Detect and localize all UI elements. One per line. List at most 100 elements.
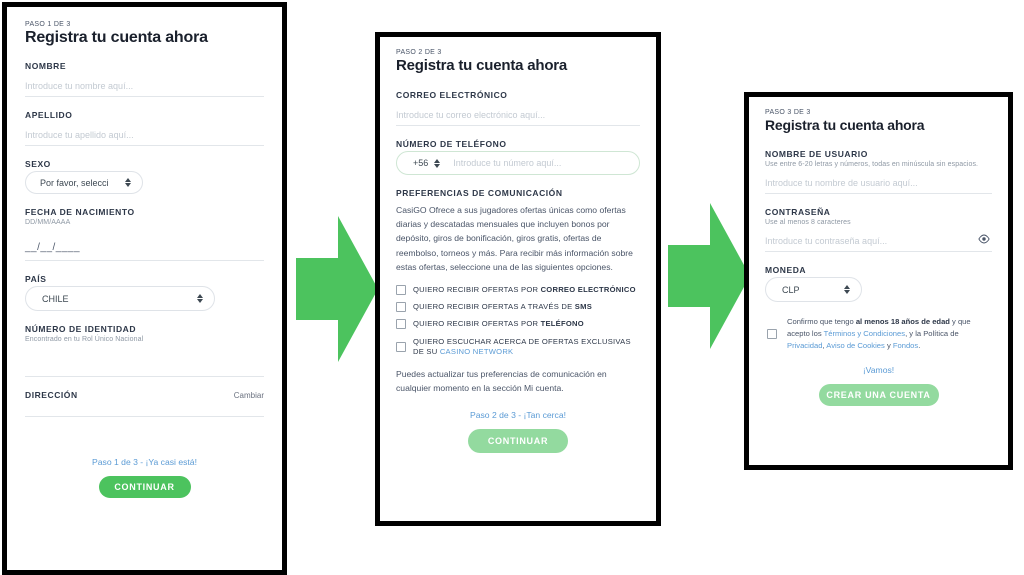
country-code-value: +56 [413,158,429,168]
numero-identidad-input[interactable] [25,345,264,377]
checkbox-telefono[interactable] [396,319,406,330]
cookies-notice-link[interactable]: Aviso de Cookies [826,341,885,350]
pref-option-casino-network-label: QUIERO ESCUCHAR ACERCA DE OFERTAS EXCLUS… [413,336,631,356]
label-nombre: NOMBRE [25,61,67,71]
moneda-select[interactable]: CLP [765,277,862,302]
field-pais: PAÍS CHILE [25,274,264,311]
field-moneda: MONEDA CLP [765,265,992,302]
label-direccion: DIRECCIÓN [25,390,78,400]
preferencias-description: CasiGO Ofrece a sus jugadores ofertas ún… [396,205,633,272]
direccion-label-row: DIRECCIÓN Cambiar [25,390,264,402]
arrow-step1-to-step2-icon [296,216,378,362]
direccion-change-link[interactable]: Cambiar [234,391,264,400]
privacy-link[interactable]: Privacidad [787,341,822,350]
step-1-eyebrow: PASO 1 DE 3 [25,21,71,28]
checkbox-sms[interactable] [396,302,406,313]
contrasena-input[interactable] [765,228,992,252]
field-sexo: SEXO Por favor, selecci [25,159,264,194]
label-numero-identidad: NÚMERO DE IDENTIDAD [25,324,137,334]
nombre-input[interactable] [25,73,264,97]
country-code-select[interactable]: +56 [407,158,441,169]
step-3-footer: ¡Vamos! CREAR UNA CUENTA [765,365,992,407]
step-2-form: PASO 2 DE 3 Registra tu cuenta ahora COR… [380,37,656,521]
checkbox-email[interactable] [396,284,406,295]
eye-toggle-password-icon[interactable] [978,234,990,244]
label-sexo: SEXO [25,159,51,169]
funds-link[interactable]: Fondos [893,341,918,350]
age-terms-consent-row[interactable]: Confirmo que tengo al menos 18 años de e… [765,316,992,351]
checkbox-casino-network[interactable] [396,341,406,352]
fecha-mask: __/__/____ [25,242,81,253]
field-numero-identidad: NÚMERO DE IDENTIDAD Encontrado en tu Rol… [25,324,264,377]
step-1-form: PASO 1 DE 3 Registra tu cuenta ahora NOM… [7,7,282,570]
pref-option-telefono[interactable]: QUIERO RECIBIR OFERTAS POR TELÉFONO [396,319,640,330]
hint-numero-identidad: Encontrado en tu Rol Único Nacional [25,336,144,343]
pref-option-sms[interactable]: QUIERO RECIBIR OFERTAS A TRAVÉS DE SMS [396,302,640,313]
chevron-updown-icon [125,177,132,188]
step-1-footer: Paso 1 de 3 - ¡Ya casi está! CONTINUAR [25,457,264,498]
casino-network-link[interactable]: CASINO NETWORK [440,347,514,356]
contrasena-input-wrap [765,228,992,252]
label-apellido: APELLIDO [25,110,73,120]
pais-selected-value: CHILE [42,293,69,304]
label-nombre-usuario: NOMBRE DE USUARIO [765,149,868,159]
registration-step-1-panel: PASO 1 DE 3 Registra tu cuenta ahora NOM… [2,2,287,575]
step-3-progress-link[interactable]: ¡Vamos! [765,365,992,375]
step-2-continue-button[interactable]: CONTINUAR [468,428,568,453]
pais-select[interactable]: CHILE [25,286,215,311]
chevron-updown-icon [844,284,851,295]
field-nombre: NOMBRE [25,61,264,97]
field-preferencias-comunicacion: PREFERENCIAS DE COMUNICACIÓN CasiGO Ofre… [396,188,640,396]
label-pais: PAÍS [25,274,47,284]
arrow-step2-to-step3-icon [668,203,750,349]
label-preferencias-comunicacion: PREFERENCIAS DE COMUNICACIÓN [396,188,563,198]
label-correo-electronico: CORREO ELECTRÓNICO [396,90,508,100]
sexo-selected-value: Por favor, selecci [40,177,109,188]
step-3-title: Registra tu cuenta ahora [765,117,925,133]
fecha-nacimiento-input[interactable]: __/__/____ [25,228,264,261]
step-1-title: Registra tu cuenta ahora [25,29,208,46]
sexo-select[interactable]: Por favor, selecci [25,171,143,194]
step-3-form: PASO 3 DE 3 Registra tu cuenta ahora NOM… [749,97,1008,465]
field-direccion: DIRECCIÓN Cambiar [25,390,264,417]
field-nombre-usuario: NOMBRE DE USUARIO Use entre 6-20 letras … [765,149,992,194]
step-2-progress-link[interactable]: Paso 2 de 3 - ¡Tan cerca! [396,410,640,420]
consent-text: Confirmo que tengo al menos 18 años de e… [787,317,971,350]
label-fecha-nacimiento: FECHA DE NACIMIENTO [25,207,135,217]
hint-nombre-usuario: Use entre 6-20 letras y números, todas e… [765,161,979,168]
field-fecha-nacimiento: FECHA DE NACIMIENTO DD/MM/AAAA __/__/___… [25,207,264,261]
field-numero-telefono: NÚMERO DE TELÉFONO +56 [396,139,640,175]
nombre-usuario-input[interactable] [765,170,992,194]
registration-step-3-panel: PASO 3 DE 3 Registra tu cuenta ahora NOM… [744,92,1013,470]
correo-electronico-input[interactable] [396,102,640,126]
pref-option-email-label: QUIERO RECIBIR OFERTAS POR CORREO ELECTR… [413,284,636,294]
chevron-updown-icon [434,158,441,169]
pref-option-sms-label: QUIERO RECIBIR OFERTAS A TRAVÉS DE SMS [413,302,593,312]
field-apellido: APELLIDO [25,110,264,146]
step-2-eyebrow: PASO 2 DE 3 [396,49,442,56]
step-1-progress-link[interactable]: Paso 1 de 3 - ¡Ya casi está! [25,457,264,467]
step-2-footer: Paso 2 de 3 - ¡Tan cerca! CONTINUAR [396,410,640,453]
step-1-continue-button[interactable]: CONTINUAR [98,476,191,498]
hint-fecha-nacimiento: DD/MM/AAAA [25,219,71,226]
terms-conditions-link[interactable]: Términos y Condiciones [824,329,905,338]
moneda-selected-value: CLP [782,284,800,295]
numero-telefono-input[interactable] [447,157,629,169]
field-contrasena: CONTRASEÑA Use al menos 8 caracteres [765,207,992,252]
direccion-divider [25,416,264,417]
numero-telefono-row: +56 [396,151,640,175]
pref-option-email[interactable]: QUIERO RECIBIR OFERTAS POR CORREO ELECTR… [396,285,640,295]
field-correo-electronico: CORREO ELECTRÓNICO [396,90,640,126]
step-2-title: Registra tu cuenta ahora [396,57,568,74]
create-account-button[interactable]: CREAR UNA CUENTA [818,384,939,407]
preferencias-note: Puedes actualizar tus preferencias de co… [396,369,607,393]
pref-option-casino-network[interactable]: QUIERO ESCUCHAR ACERCA DE OFERTAS EXCLUS… [396,337,640,358]
chevron-updown-icon [197,293,204,304]
checkbox-age-terms-consent[interactable] [767,328,777,339]
registration-step-2-panel: PASO 2 DE 3 Registra tu cuenta ahora COR… [375,32,661,526]
label-numero-telefono: NÚMERO DE TELÉFONO [396,139,507,149]
apellido-input[interactable] [25,122,264,146]
label-contrasena: CONTRASEÑA [765,207,831,217]
label-moneda: MONEDA [765,265,807,275]
preferencias-checkbox-list: QUIERO RECIBIR OFERTAS POR CORREO ELECTR… [396,285,640,357]
